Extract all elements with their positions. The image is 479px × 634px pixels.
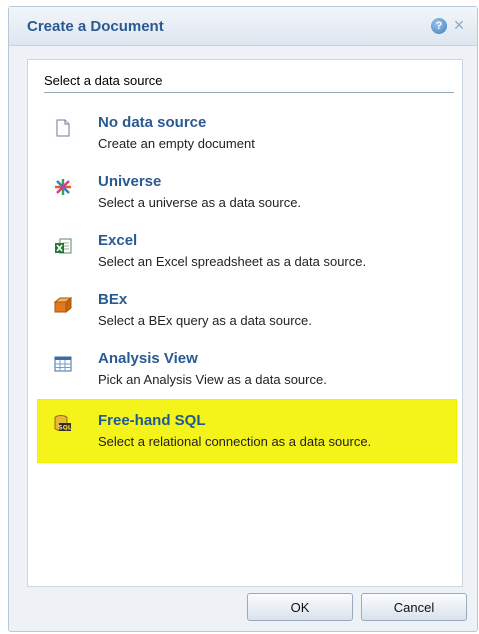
option-analysis-view[interactable]: Analysis View Pick an Analysis View as a… xyxy=(46,350,456,400)
option-name: Free-hand SQL xyxy=(98,412,206,429)
panel-header-label: Select a data source xyxy=(44,73,163,88)
bex-icon xyxy=(53,296,73,314)
analysis-view-icon xyxy=(54,355,72,373)
option-name: No data source xyxy=(98,114,207,131)
option-universe[interactable]: Universe Select a universe as a data sou… xyxy=(46,173,456,223)
option-name: Excel xyxy=(98,232,138,249)
option-description: Select a BEx query as a data source. xyxy=(98,313,312,328)
help-icon[interactable]: ? xyxy=(431,18,447,34)
panel-header: Select a data source xyxy=(44,72,454,93)
blank-document-icon xyxy=(54,119,72,137)
data-source-panel: Select a data source No data source Crea… xyxy=(27,59,463,587)
option-free-hand-sql[interactable]: SQL Free-hand SQL Select a relational co… xyxy=(38,400,456,462)
option-description: Select an Excel spreadsheet as a data so… xyxy=(98,254,367,269)
dialog-footer: OK Cancel xyxy=(9,585,477,631)
dialog-title: Create a Document xyxy=(27,18,164,35)
svg-text:SQL: SQL xyxy=(58,425,71,432)
universe-icon xyxy=(54,178,72,196)
ok-button[interactable]: OK xyxy=(247,593,353,621)
excel-icon xyxy=(54,237,72,255)
close-icon[interactable]: × xyxy=(451,15,467,35)
create-document-dialog: Create a Document ? × Select a data sour… xyxy=(8,6,478,632)
option-description: Create an empty document xyxy=(98,136,255,151)
dialog-titlebar: Create a Document ? × xyxy=(9,7,477,46)
cancel-button[interactable]: Cancel xyxy=(361,593,467,621)
option-description: Select a universe as a data source. xyxy=(98,195,302,210)
option-description: Pick an Analysis View as a data source. xyxy=(98,372,327,387)
option-name: BEx xyxy=(98,291,128,308)
option-bex[interactable]: BEx Select a BEx query as a data source. xyxy=(46,291,456,341)
option-description: Select a relational connection as a data… xyxy=(98,434,372,449)
option-name: Analysis View xyxy=(98,350,198,367)
option-excel[interactable]: Excel Select an Excel spreadsheet as a d… xyxy=(46,232,456,282)
sql-icon: SQL xyxy=(54,414,72,432)
option-no-data-source[interactable]: No data source Create an empty document xyxy=(46,114,456,164)
option-name: Universe xyxy=(98,173,162,190)
